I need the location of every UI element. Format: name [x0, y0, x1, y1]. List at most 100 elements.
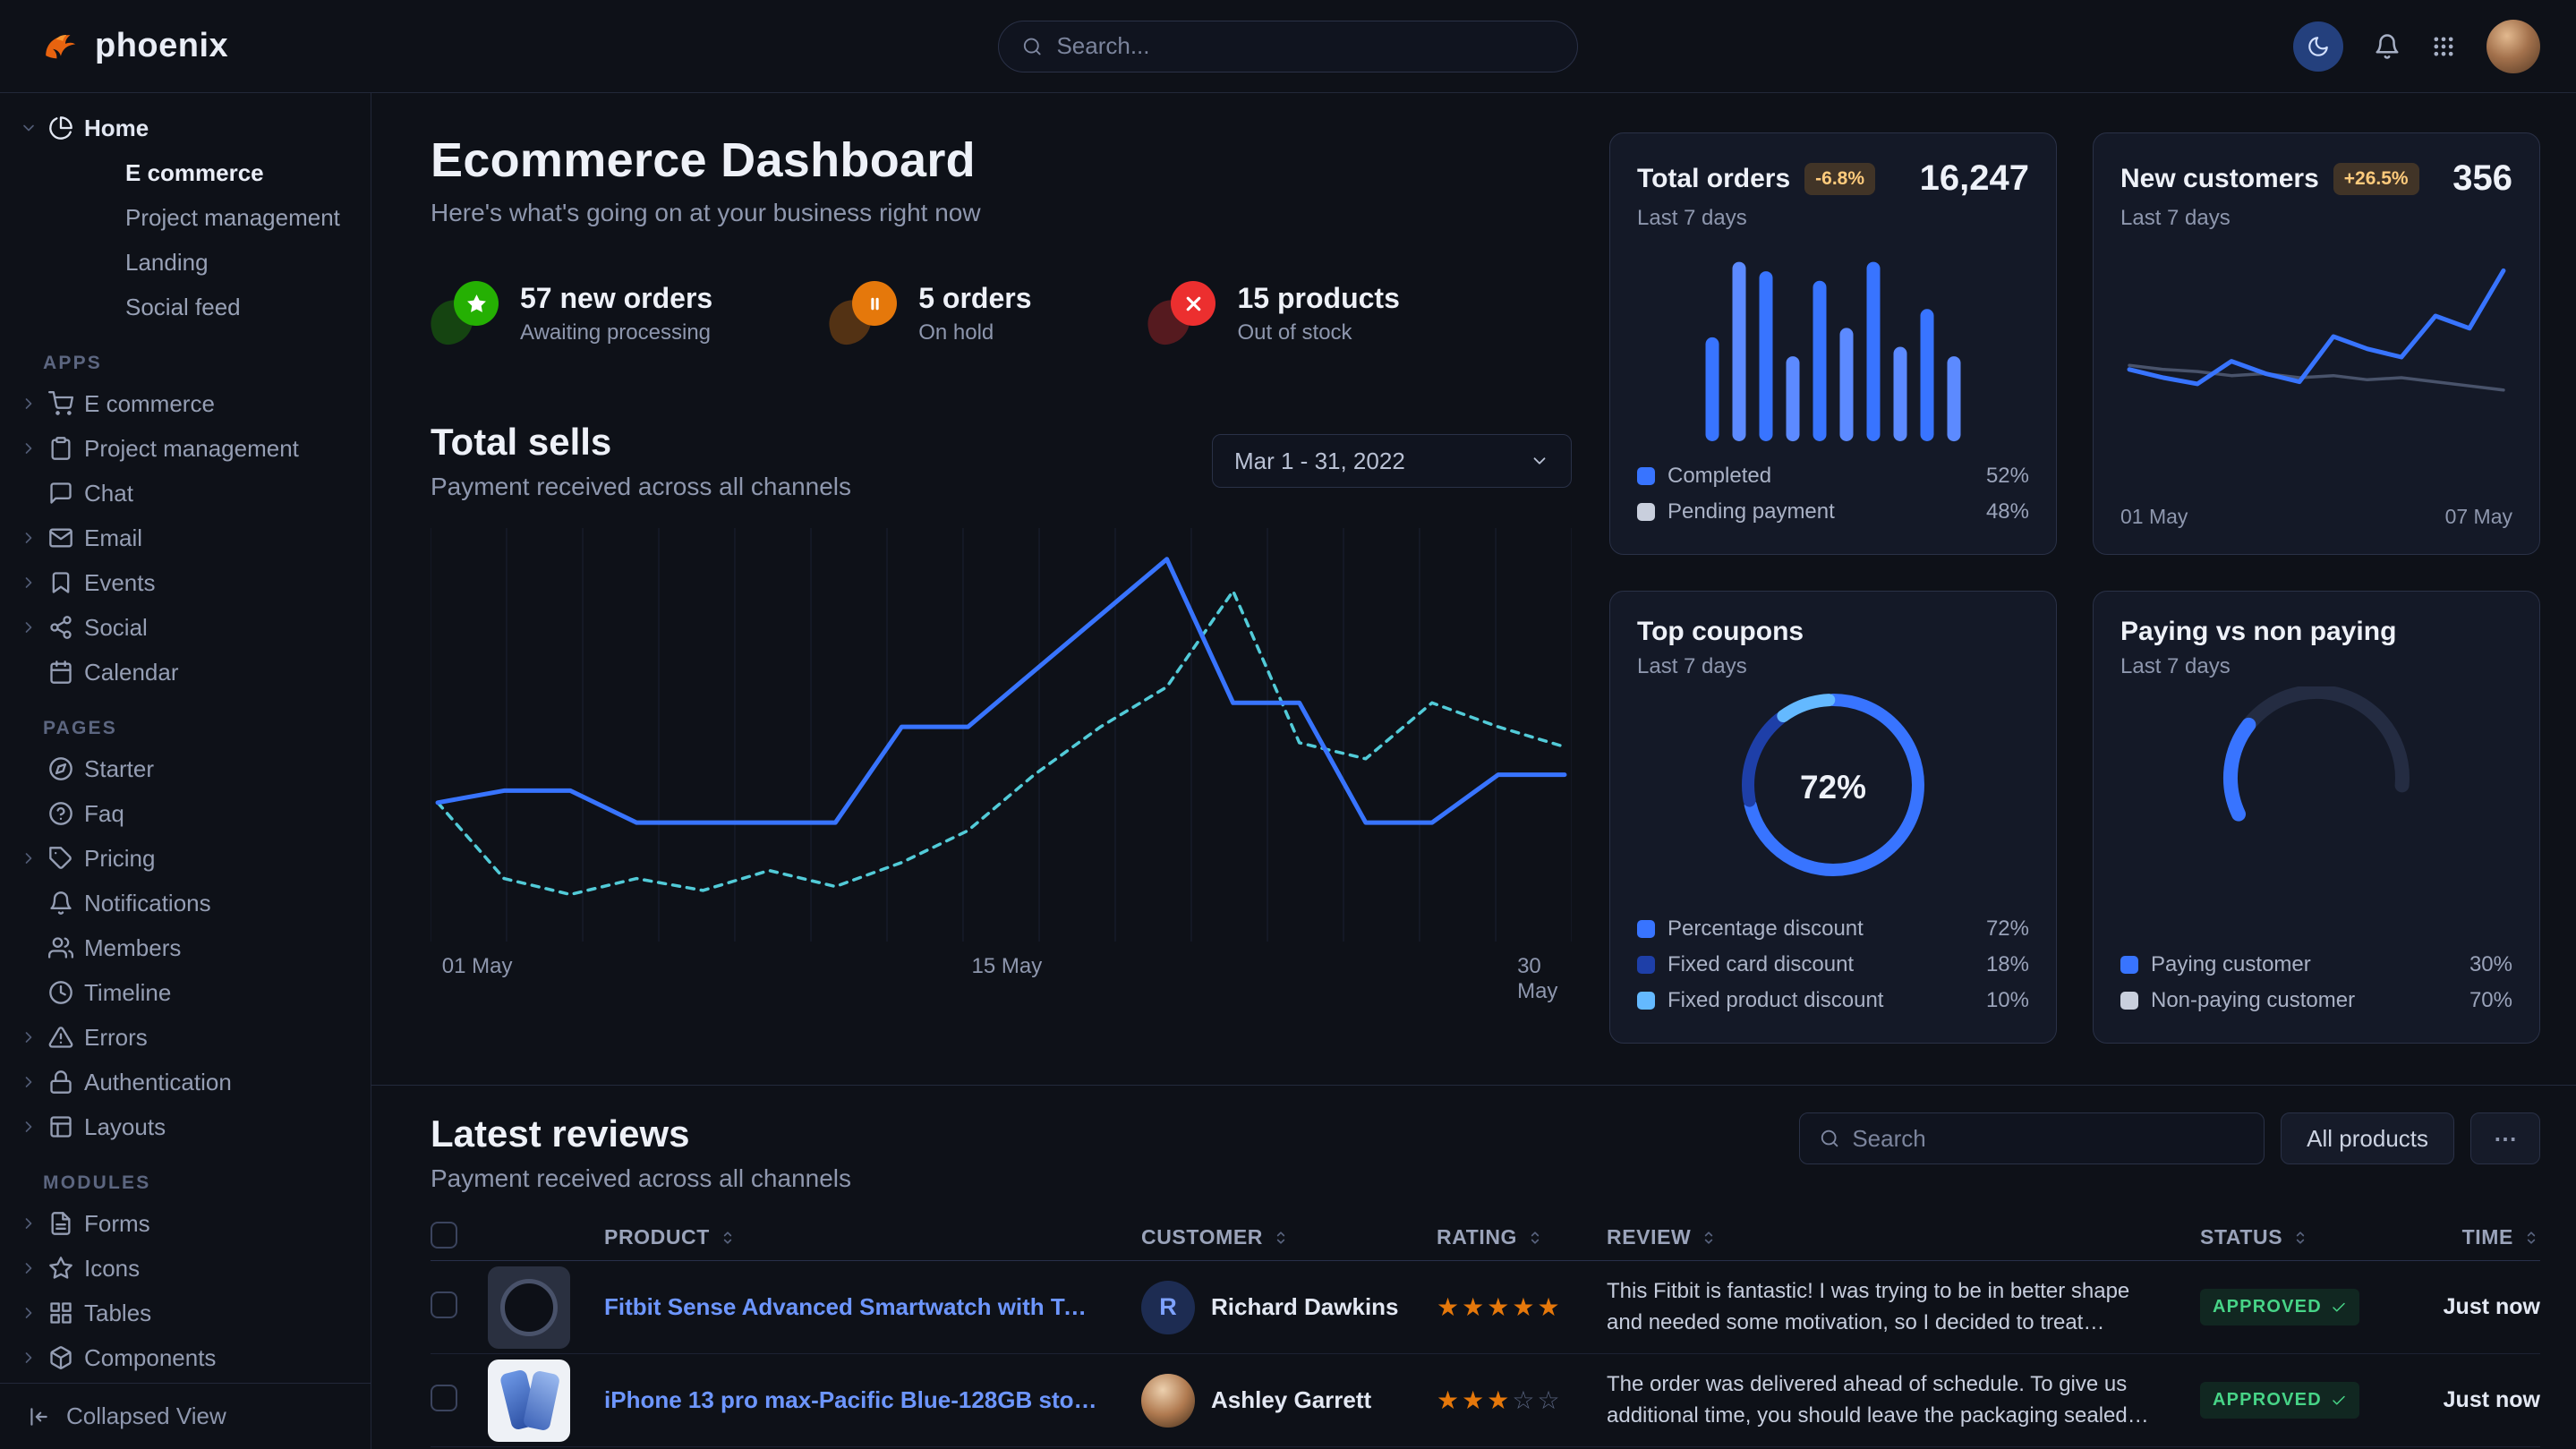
sidebar-item-e-commerce[interactable]: E commerce	[20, 381, 354, 426]
column-header-review[interactable]: REVIEW	[1607, 1225, 2200, 1249]
date-range-select[interactable]: Mar 1 - 31, 2022	[1212, 434, 1572, 488]
top-coupons-period: Last 7 days	[1637, 654, 2029, 679]
total-sells-subtitle: Payment received across all channels	[431, 473, 851, 501]
product-link[interactable]: iPhone 13 pro max-Pacific Blue-128GB sto…	[604, 1386, 1100, 1414]
bell-icon	[2374, 33, 2401, 60]
column-header-label: RATING	[1437, 1225, 1517, 1249]
column-header-customer[interactable]: CUSTOMER	[1141, 1225, 1437, 1249]
column-header-rating[interactable]: RATING	[1437, 1225, 1607, 1249]
sidebar-item-email[interactable]: Email	[20, 516, 354, 560]
select-all-checkbox[interactable]	[431, 1222, 457, 1249]
legend-label: Completed	[1668, 464, 1771, 489]
sidebar-item-authentication[interactable]: Authentication	[20, 1060, 354, 1104]
star-icon: ★	[1512, 1293, 1537, 1321]
paying-title: Paying vs non paying	[2120, 617, 2396, 647]
top-navbar: phoenix	[0, 0, 2576, 93]
apps-grid-button[interactable]	[2431, 34, 2456, 59]
sidebar-item-tables[interactable]: Tables	[20, 1291, 354, 1335]
legend-label: Percentage discount	[1668, 916, 1864, 942]
shopping-cart-icon	[48, 391, 73, 416]
star-icon: ★	[1437, 1386, 1462, 1414]
legend-label: Non-paying customer	[2151, 988, 2355, 1013]
sidebar-subitem-landing[interactable]: Landing	[20, 240, 354, 285]
caret-right-icon	[20, 574, 38, 592]
brand-name: phoenix	[95, 27, 228, 65]
caret-right-icon	[20, 439, 38, 457]
sidebar-item-icons[interactable]: Icons	[20, 1246, 354, 1291]
legend-swatch	[2120, 956, 2138, 974]
file-text-icon	[48, 1211, 73, 1236]
customer-avatar-initial: R	[1141, 1281, 1195, 1334]
sidebar-item-project-management[interactable]: Project management	[20, 426, 354, 471]
bell-icon	[48, 891, 73, 916]
total-orders-card: Total orders -6.8% 16,247 Last 7 days Co…	[1609, 132, 2057, 555]
product-image-cell	[488, 1360, 604, 1442]
reviews-table-header: PRODUCTCUSTOMERRATING REVIEWSTATUSTIME	[431, 1215, 2540, 1261]
column-header-time[interactable]: TIME	[2406, 1225, 2540, 1249]
sort-icon	[2291, 1229, 2309, 1247]
star-icon: ☆	[1512, 1386, 1537, 1414]
legend-swatch	[1637, 956, 1655, 974]
sidebar-item-starter[interactable]: Starter	[20, 746, 354, 791]
sidebar-subitem-project-management[interactable]: Project management	[20, 195, 354, 240]
product-link[interactable]: Fitbit Sense Advanced Smartwatch with To…	[604, 1293, 1100, 1321]
sidebar-item-errors[interactable]: Errors	[20, 1015, 354, 1060]
sidebar-item-forms[interactable]: Forms	[20, 1201, 354, 1246]
caret-right-icon	[20, 395, 38, 413]
column-header-status[interactable]: STATUS	[2200, 1225, 2406, 1249]
sidebar-item-calendar[interactable]: Calendar	[20, 650, 354, 695]
calendar-icon	[48, 660, 73, 685]
all-products-button[interactable]: All products	[2281, 1112, 2454, 1164]
sidebar-item-social[interactable]: Social	[20, 605, 354, 650]
layout-icon	[48, 1114, 73, 1139]
sidebar-subitem-social-feed[interactable]: Social feed	[20, 285, 354, 329]
x-axis-label: 15 May	[972, 954, 1043, 979]
legend-value: 10%	[1986, 988, 2029, 1013]
row-checkbox[interactable]	[431, 1291, 457, 1318]
reviews-search-input[interactable]	[1852, 1125, 2244, 1153]
share-2-icon	[48, 615, 73, 640]
checkbox-cell	[431, 1385, 488, 1416]
row-checkbox[interactable]	[431, 1385, 457, 1411]
brand-link[interactable]: phoenix	[39, 26, 228, 67]
stat-icon	[431, 281, 500, 345]
legend-swatch	[1637, 992, 1655, 1010]
sidebar-item-events[interactable]: Events	[20, 560, 354, 605]
stat-text: 5 ordersOn hold	[918, 282, 1031, 345]
global-search[interactable]	[998, 21, 1578, 72]
user-avatar[interactable]	[2486, 20, 2540, 73]
users-icon	[48, 935, 73, 960]
total-orders-legend: Completed52%Pending payment48%	[1637, 459, 2029, 529]
sidebar-item-label: Starter	[84, 755, 154, 783]
checkbox-cell	[431, 1291, 488, 1323]
message-square-icon	[48, 481, 73, 506]
sidebar-item-components[interactable]: Components	[20, 1335, 354, 1380]
sidebar-subitem-e-commerce[interactable]: E commerce	[20, 150, 354, 195]
sidebar-item-label: Chat	[84, 480, 133, 507]
customer-name: Richard Dawkins	[1211, 1293, 1399, 1321]
reviews-search[interactable]	[1799, 1112, 2265, 1164]
sidebar-item-chat[interactable]: Chat	[20, 471, 354, 516]
sidebar-item-pricing[interactable]: Pricing	[20, 836, 354, 881]
sidebar-item-layouts[interactable]: Layouts	[20, 1104, 354, 1149]
theme-toggle-button[interactable]	[2293, 21, 2343, 72]
sidebar-item-faq[interactable]: Faq	[20, 791, 354, 836]
column-header-product[interactable]: PRODUCT	[604, 1225, 1141, 1249]
moon-icon	[2307, 35, 2330, 58]
stat-icon	[829, 281, 899, 345]
reviews-table: PRODUCTCUSTOMERRATING REVIEWSTATUSTIME Fi…	[431, 1215, 2540, 1449]
total-sells-header: Total sells Payment received across all …	[431, 421, 1572, 501]
global-search-input[interactable]	[1056, 32, 1554, 60]
dashboard-left-column: Ecommerce Dashboard Here's what's going …	[431, 132, 1572, 1044]
more-options-button[interactable]: ⋯	[2470, 1112, 2540, 1164]
star-fill-icon	[454, 281, 499, 326]
sidebar-item-timeline[interactable]: Timeline	[20, 970, 354, 1015]
paying-period: Last 7 days	[2120, 654, 2512, 679]
sidebar-item-notifications[interactable]: Notifications	[20, 881, 354, 925]
collapsed-view-toggle[interactable]: Collapsed View	[0, 1383, 371, 1449]
notifications-button[interactable]	[2374, 33, 2401, 60]
total-orders-period: Last 7 days	[1637, 206, 2029, 231]
sidebar-item-home[interactable]: Home	[20, 106, 354, 150]
sidebar-item-label: Pricing	[84, 845, 155, 873]
sidebar-item-members[interactable]: Members	[20, 925, 354, 970]
